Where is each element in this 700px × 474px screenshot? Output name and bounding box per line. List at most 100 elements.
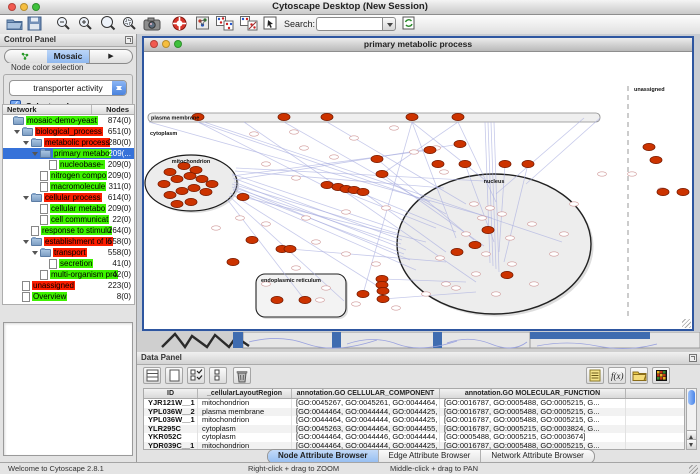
attribute-table-header[interactable]: ID_cellularLayoutRegionannotation.GO CEL… [143, 388, 685, 399]
node[interactable] [469, 241, 481, 248]
node-unselected[interactable] [528, 222, 537, 226]
tree-row-cellular-metabo[interactable]: cellular metabo209(0) [3, 203, 134, 214]
expander-icon[interactable] [32, 148, 40, 159]
node-unselected[interactable] [312, 240, 321, 244]
node[interactable] [200, 188, 212, 195]
tree-row-metabolic-process[interactable]: metabolic process280(0) [3, 137, 134, 148]
tree-row-secretion[interactable]: secretion41(0) [3, 258, 134, 269]
zoom-out-icon[interactable] [56, 16, 71, 32]
expander-icon[interactable] [23, 236, 31, 247]
tree-row-macromolecule[interactable]: macromolecule311(0) [3, 181, 134, 192]
node-unselected[interactable] [550, 252, 559, 256]
expander-icon[interactable] [23, 192, 31, 203]
attribute-table-icon[interactable] [143, 367, 161, 384]
node[interactable] [206, 180, 218, 187]
zoom-in-icon[interactable] [78, 16, 93, 32]
node-unselected[interactable] [342, 210, 351, 214]
tree-row-cellular-process[interactable]: cellular process614(0) [3, 192, 134, 203]
node-unselected[interactable] [382, 206, 391, 210]
frame-titlebar[interactable]: primary metabolic process [144, 38, 692, 52]
node[interactable] [196, 175, 208, 182]
node-unselected[interactable] [486, 206, 495, 210]
expander-icon[interactable] [14, 126, 22, 137]
new-attribute-icon[interactable] [165, 367, 183, 384]
node[interactable] [424, 146, 436, 153]
node[interactable] [246, 236, 258, 243]
node[interactable] [371, 155, 383, 162]
tab-network[interactable]: Network [5, 50, 47, 63]
node-unselected[interactable] [292, 266, 301, 270]
node[interactable] [164, 168, 176, 175]
node[interactable] [501, 271, 513, 278]
node[interactable] [321, 181, 333, 188]
node[interactable] [650, 156, 662, 163]
node[interactable] [357, 290, 369, 297]
node-unselected[interactable] [392, 306, 401, 310]
node[interactable] [377, 287, 389, 294]
formula-builder-icon[interactable]: f(x) [608, 367, 626, 384]
node-unselected[interactable] [506, 236, 515, 240]
table-row[interactable]: YKR052Ccytoplasm[GO:0044464, GO:0044446,… [144, 433, 684, 442]
expander-icon[interactable] [23, 137, 31, 148]
node-unselected[interactable] [316, 298, 325, 302]
table-scrollbar[interactable] [686, 388, 697, 450]
node[interactable] [185, 198, 197, 205]
node-unselected[interactable] [330, 155, 339, 159]
node[interactable] [271, 296, 283, 303]
tree-row-nucleobase-[interactable]: nucleobase-209(0) [3, 159, 134, 170]
node[interactable] [176, 187, 188, 194]
node[interactable] [227, 258, 239, 265]
unselect-attributes-icon[interactable] [209, 367, 227, 384]
node[interactable] [451, 248, 463, 255]
node-unselected[interactable] [452, 286, 461, 290]
node-unselected[interactable] [598, 172, 607, 176]
node-unselected[interactable] [570, 202, 579, 206]
node-unselected[interactable] [342, 252, 351, 256]
node-unselected[interactable] [472, 272, 481, 276]
import-attributes-icon[interactable] [630, 367, 648, 384]
node[interactable] [452, 113, 464, 120]
node-unselected[interactable] [560, 232, 569, 236]
node-unselected[interactable] [302, 216, 311, 220]
node[interactable] [377, 295, 389, 302]
node[interactable] [677, 188, 689, 195]
column-header[interactable]: ID [144, 389, 198, 398]
node-unselected[interactable] [482, 252, 491, 256]
node-unselected[interactable] [290, 130, 299, 134]
node-unselected[interactable] [498, 212, 507, 216]
tree-row-multi-organism-pro[interactable]: multi-organism pro42(0) [3, 269, 134, 280]
node[interactable] [237, 193, 249, 200]
node[interactable] [357, 188, 369, 195]
tab-overflow-arrow[interactable]: ▶ [89, 50, 132, 63]
tree-row-primary-metabo[interactable]: primary metabo209(... [3, 148, 134, 159]
column-header[interactable]: annotation.GO MOLECULAR_FUNCTION [440, 389, 626, 398]
node[interactable] [406, 113, 418, 120]
table-row[interactable]: YPL036W__2plasma membrane[GO:0044464, GO… [144, 408, 684, 417]
node[interactable] [184, 172, 196, 179]
node[interactable] [284, 245, 296, 252]
network-view-frame[interactable]: primary metabolic process plasma membran… [142, 36, 694, 331]
destroy-network-view-icon[interactable] [240, 16, 258, 32]
node[interactable] [376, 170, 388, 177]
node-unselected[interactable] [436, 256, 445, 260]
node-color-combobox[interactable]: transporter activity [9, 80, 127, 96]
column-header[interactable]: annotation.GO CELLULAR_COMPONENT [292, 389, 440, 398]
node-unselected[interactable] [492, 292, 501, 296]
show-network-view-icon[interactable] [196, 16, 209, 32]
refresh-network-view-icon[interactable] [402, 16, 416, 32]
node[interactable] [459, 160, 471, 167]
column-header[interactable]: _cellularLayoutRegion [198, 389, 292, 398]
help-icon[interactable] [172, 16, 187, 32]
table-row[interactable]: YPL036W__1mitochondrion[GO:0044464, GO:0… [144, 416, 684, 425]
node[interactable] [164, 191, 176, 198]
tree-row-unassigned[interactable]: unassigned223(0) [3, 280, 134, 291]
node-unselected[interactable] [350, 136, 359, 140]
node-unselected[interactable] [250, 132, 259, 136]
node[interactable] [499, 160, 511, 167]
tree-row-nitrogen-compo[interactable]: nitrogen compo209(0) [3, 170, 134, 181]
node-unselected[interactable] [440, 170, 449, 174]
search-dropdown-button[interactable] [382, 17, 396, 31]
node-unselected[interactable] [410, 150, 419, 154]
annotation-icon[interactable] [263, 16, 277, 32]
tree-row-overview[interactable]: Overview8(0) [3, 291, 134, 302]
